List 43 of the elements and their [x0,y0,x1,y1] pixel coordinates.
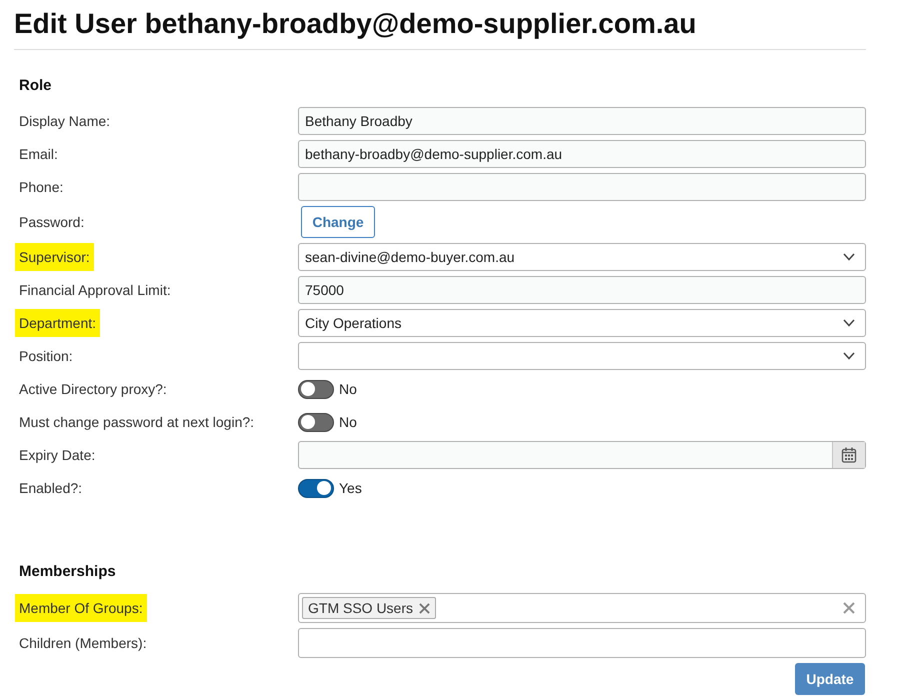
group-tag[interactable]: GTM SSO Users [302,597,436,619]
field-label: Must change password at next login?: [18,413,256,432]
tags-field[interactable]: GTM SSO Users [298,593,866,623]
field-label: Member Of Groups: [15,594,147,622]
toggle-state-label: No [339,414,357,430]
calendar-button[interactable] [832,442,865,468]
toggle-switch[interactable] [298,478,334,498]
input-field[interactable]: 75000 [298,276,866,304]
date-field[interactable] [298,441,866,469]
field-label: Display Name: [18,112,112,131]
select-field[interactable]: City Operations [298,309,866,337]
page-title: Edit User bethany-broadby@demo-supplier.com.au [14,7,698,41]
calendar-icon [841,447,857,463]
remove-icon[interactable] [419,602,430,614]
tags-field[interactable] [298,628,866,658]
field-label: Children (Members): [18,634,148,653]
clear-icon[interactable] [843,602,855,614]
input-field[interactable]: bethany-broadby@demo-supplier.com.au [298,140,866,168]
field-label: Financial Approval Limit: [18,281,172,300]
section-heading: Memberships [19,563,116,581]
chevron-down-icon [843,319,855,327]
toggle-state-label: No [339,381,357,397]
input-field[interactable] [298,173,866,201]
field-label: Department: [15,309,100,337]
input-field[interactable]: Bethany Broadby [298,107,866,135]
toggle-switch[interactable] [298,380,334,398]
field-label: Phone: [18,178,64,197]
field-label: Password: [18,213,86,232]
toggle-switch[interactable] [298,412,334,432]
select-field[interactable]: sean-divine@demo-buyer.com.au [298,243,866,271]
chevron-down-icon [843,253,855,261]
field-label: Email: [18,145,59,164]
change-button[interactable]: Change [301,206,375,238]
section-heading: Role [19,77,52,95]
field-label: Active Directory proxy?: [18,380,168,399]
toggle-state-label: Yes [339,480,362,496]
update-button[interactable]: Update [795,663,865,695]
chevron-down-icon [843,352,855,360]
field-label: Enabled?: [18,479,84,498]
select-field[interactable] [298,342,866,370]
field-label: Supervisor: [15,243,94,271]
field-label: Expiry Date: [18,446,96,465]
field-label: Position: [18,347,74,366]
